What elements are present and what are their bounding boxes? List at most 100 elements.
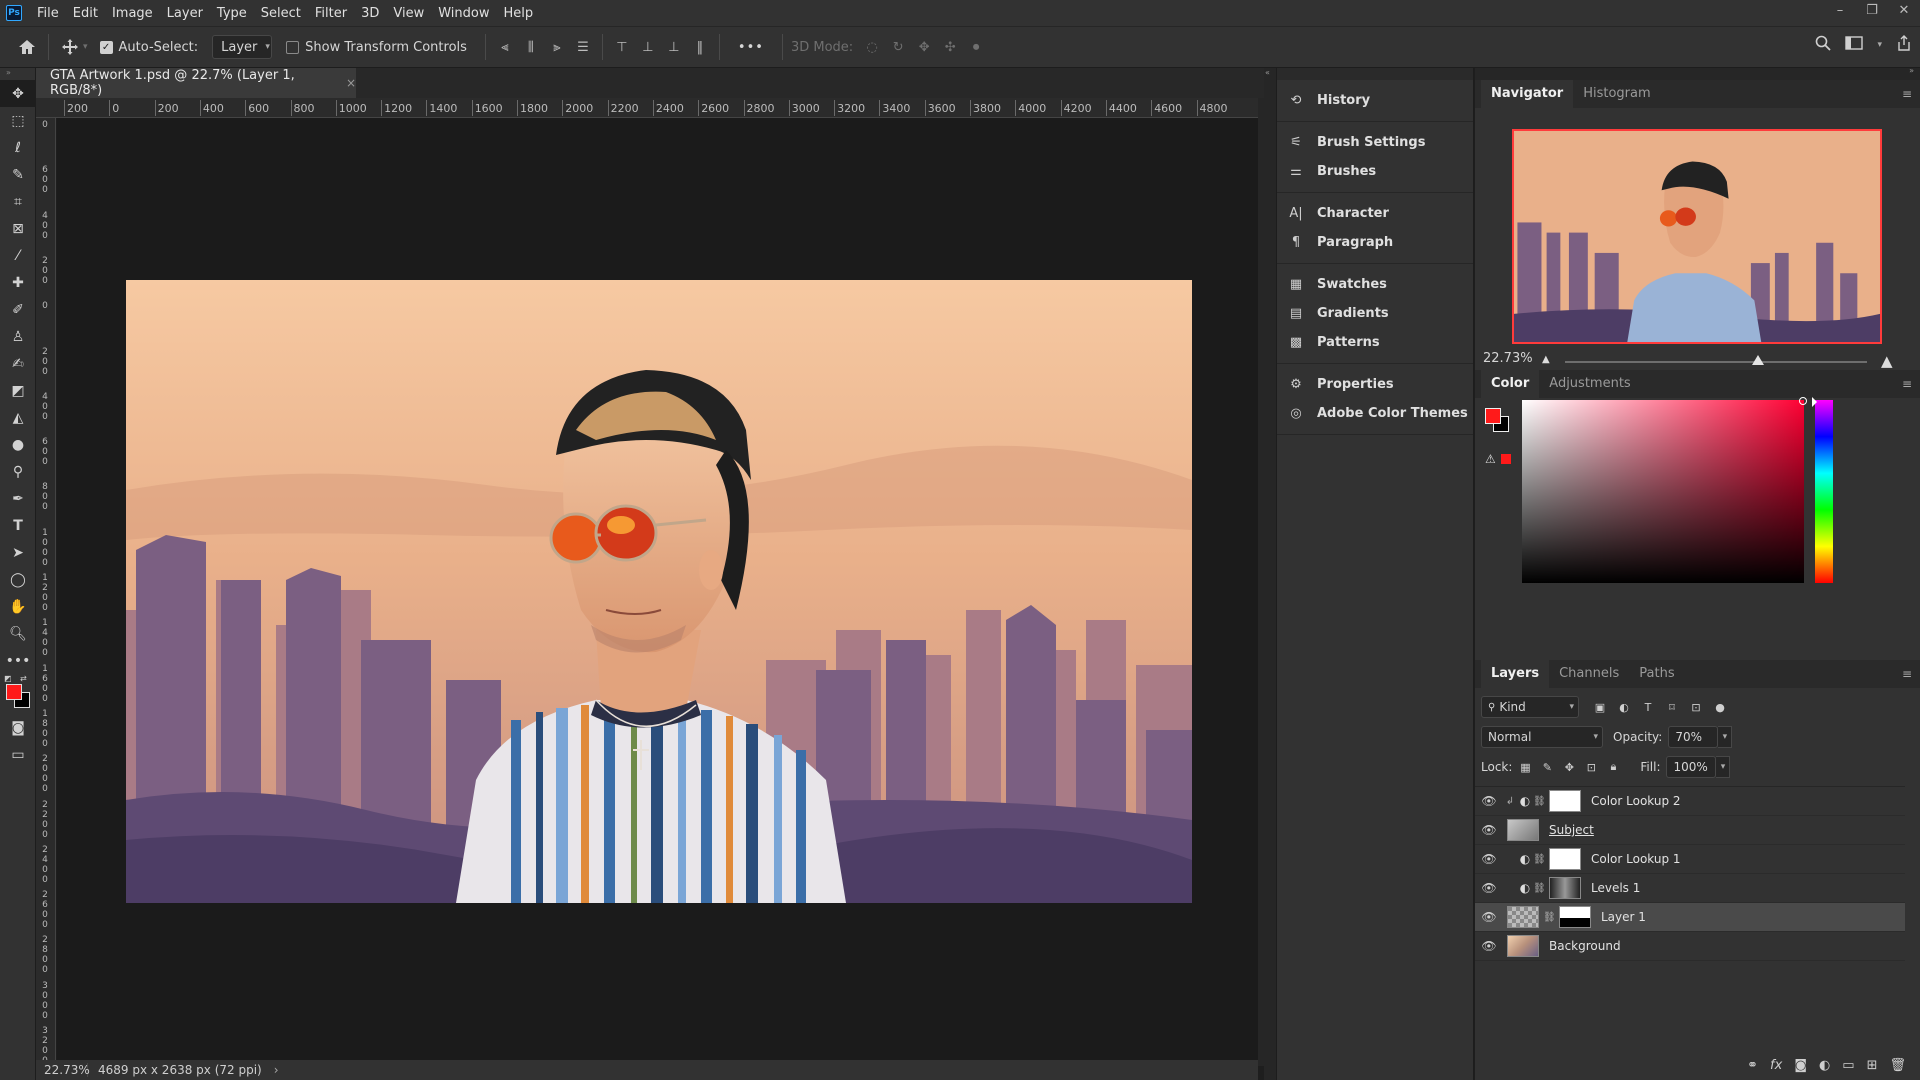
menu-help[interactable]: Help bbox=[497, 6, 541, 21]
lock-position-icon[interactable]: ✥ bbox=[1560, 758, 1578, 776]
panel-menu-icon[interactable]: ≡ bbox=[1902, 667, 1912, 681]
tab-layers[interactable]: Layers bbox=[1481, 660, 1550, 688]
close-icon[interactable]: × bbox=[346, 76, 356, 90]
panel-item-patterns[interactable]: ▩ Patterns bbox=[1277, 328, 1473, 357]
align-bottom-icon[interactable]: ⊥ bbox=[663, 36, 685, 58]
status-zoom[interactable]: 22.73% bbox=[36, 1063, 90, 1077]
layer-row-color-lookup-2[interactable]: 👁︎ ↲ ◐ ⛓ Color Lookup 2 bbox=[1475, 787, 1905, 816]
add-mask-icon[interactable]: ◙ bbox=[1794, 1058, 1807, 1073]
move-tool-icon[interactable]: ✥ bbox=[0, 80, 36, 107]
pan-3d-icon[interactable]: ✥ bbox=[913, 36, 935, 58]
mask-link-icon[interactable]: ⛓ bbox=[1533, 854, 1546, 865]
filter-toggle-icon[interactable]: ● bbox=[1711, 698, 1729, 716]
swap-colors-icon[interactable]: ⇄ bbox=[20, 674, 27, 683]
layer-name[interactable]: Levels 1 bbox=[1591, 881, 1640, 895]
zoom-tool-icon[interactable]: 🔍︎ bbox=[0, 620, 36, 647]
panel-item-brush-settings[interactable]: ⚟ Brush Settings bbox=[1277, 128, 1473, 157]
visibility-eye-icon[interactable]: 👁︎ bbox=[1475, 910, 1503, 924]
layer-name[interactable]: Background bbox=[1549, 939, 1621, 953]
smart-object-thumbnail[interactable] bbox=[1507, 935, 1539, 957]
pixel-layer-filter-icon[interactable]: ▣ bbox=[1591, 698, 1609, 716]
visibility-eye-icon[interactable]: 👁︎ bbox=[1475, 823, 1503, 837]
menu-type[interactable]: Type bbox=[210, 6, 254, 21]
fill-field[interactable]: 100% bbox=[1666, 756, 1717, 778]
chevron-down-icon[interactable]: ▾ bbox=[1718, 726, 1733, 748]
tab-color[interactable]: Color bbox=[1481, 370, 1540, 398]
navigator-zoom-slider[interactable] bbox=[1565, 355, 1867, 365]
lock-artboard-icon[interactable]: ⊡ bbox=[1582, 758, 1600, 776]
minimize-button[interactable]: – bbox=[1824, 0, 1856, 26]
layer-kind-filter[interactable]: ⚲ Kind ▾ bbox=[1481, 696, 1579, 718]
layer-name[interactable]: Subject bbox=[1549, 823, 1594, 837]
align-top-icon[interactable]: ⊤ bbox=[611, 36, 633, 58]
visibility-eye-icon[interactable]: 👁︎ bbox=[1475, 881, 1503, 895]
layer-thumbnail[interactable] bbox=[1507, 906, 1539, 928]
type-tool-icon[interactable]: T bbox=[0, 512, 36, 539]
panel-item-history[interactable]: ⟲ History bbox=[1277, 86, 1473, 115]
roll-3d-icon[interactable]: ↻ bbox=[887, 36, 909, 58]
panel-item-swatches[interactable]: ▦ Swatches bbox=[1277, 270, 1473, 299]
gamut-warning-icon[interactable]: ⚠ bbox=[1485, 452, 1496, 466]
new-layer-icon[interactable]: ⊞ bbox=[1867, 1058, 1878, 1073]
ellipse-tool-icon[interactable]: ◯ bbox=[0, 566, 36, 593]
panel-menu-icon[interactable]: ≡ bbox=[1902, 87, 1912, 101]
smart-object-thumbnail[interactable] bbox=[1507, 819, 1539, 841]
slide-3d-icon[interactable]: ✣ bbox=[939, 36, 961, 58]
layer-mask-thumbnail[interactable] bbox=[1549, 790, 1581, 812]
align-middle-vertical-icon[interactable]: ⊥ bbox=[637, 36, 659, 58]
layer-row-background[interactable]: 👁︎ Background bbox=[1475, 932, 1905, 961]
tool-preset-caret-icon[interactable]: ▾ bbox=[83, 42, 88, 52]
status-arrow-icon[interactable]: › bbox=[274, 1063, 279, 1077]
search-icon[interactable] bbox=[1815, 35, 1832, 55]
hue-slider-marker[interactable] bbox=[1812, 397, 1817, 407]
visibility-eye-icon[interactable]: 👁︎ bbox=[1475, 939, 1503, 953]
lock-all-icon[interactable]: 🔒︎ bbox=[1604, 758, 1622, 776]
auto-select-checkbox[interactable]: ✓ bbox=[99, 40, 113, 54]
panel-item-character[interactable]: A| Character bbox=[1277, 199, 1473, 228]
collapse-toolbar-icon[interactable]: » bbox=[0, 68, 35, 80]
document-tab[interactable]: GTA Artwork 1.psd @ 22.7% (Layer 1, RGB/… bbox=[36, 68, 356, 98]
lock-image-pixels-icon[interactable]: ✎ bbox=[1538, 758, 1556, 776]
link-layers-icon[interactable]: ⚭ bbox=[1747, 1058, 1758, 1073]
mask-link-icon[interactable]: ⛓ bbox=[1533, 883, 1546, 894]
collapse-dock-icon[interactable]: » bbox=[1909, 66, 1914, 75]
home-icon[interactable] bbox=[14, 34, 40, 60]
close-window-button[interactable]: ✕ bbox=[1888, 0, 1920, 26]
type-layer-filter-icon[interactable]: T bbox=[1639, 698, 1657, 716]
color-field-marker[interactable] bbox=[1799, 397, 1807, 405]
zoom-out-icon[interactable]: ▲ bbox=[1542, 354, 1550, 365]
chevron-down-icon[interactable]: ▾ bbox=[1877, 40, 1882, 50]
marquee-tool-icon[interactable]: ⬚ bbox=[0, 107, 36, 134]
dodge-tool-icon[interactable]: ⚲ bbox=[0, 458, 36, 485]
tab-paths[interactable]: Paths bbox=[1629, 660, 1684, 688]
new-adjustment-layer-icon[interactable]: ◐ bbox=[1819, 1058, 1830, 1073]
screen-mode-icon[interactable]: ▭ bbox=[0, 741, 36, 768]
shape-layer-filter-icon[interactable]: ⌑ bbox=[1663, 698, 1681, 716]
lock-transparent-pixels-icon[interactable]: ▦ bbox=[1516, 758, 1534, 776]
menu-view[interactable]: View bbox=[386, 6, 431, 21]
canvas-area[interactable] bbox=[57, 118, 1258, 1064]
eyedropper-tool-icon[interactable]: ⁄ bbox=[0, 242, 36, 269]
pen-tool-icon[interactable]: ✒ bbox=[0, 485, 36, 512]
blur-tool-icon[interactable]: ● bbox=[0, 431, 36, 458]
auto-select-target-dropdown[interactable]: Layer ▾ bbox=[212, 35, 273, 59]
path-selection-tool-icon[interactable]: ➤ bbox=[0, 539, 36, 566]
expand-panels-icon[interactable]: « bbox=[1265, 68, 1270, 77]
orbit-3d-icon[interactable]: ◌ bbox=[861, 36, 883, 58]
foreground-color-swatch[interactable] bbox=[1485, 408, 1501, 424]
align-center-horizontal-icon[interactable]: ⫼ bbox=[520, 36, 542, 58]
default-colors-icon[interactable]: ◩ bbox=[4, 674, 12, 683]
more-options-button[interactable]: ••• bbox=[738, 40, 764, 55]
blend-mode-dropdown[interactable]: Normal ▾ bbox=[1481, 726, 1603, 748]
panel-menu-icon[interactable]: ≡ bbox=[1902, 377, 1912, 391]
mask-link-icon[interactable]: ⛓ bbox=[1543, 912, 1556, 923]
layer-row-layer-1[interactable]: 👁︎ ⛓ Layer 1 bbox=[1475, 903, 1905, 932]
move-tool-icon[interactable] bbox=[57, 34, 83, 60]
layer-name[interactable]: Layer 1 bbox=[1601, 910, 1646, 924]
panel-item-adobe-color-themes[interactable]: ◎ Adobe Color Themes bbox=[1277, 399, 1473, 428]
smart-object-filter-icon[interactable]: ⊡ bbox=[1687, 698, 1705, 716]
zoom-in-icon[interactable]: ▲ bbox=[1881, 352, 1893, 370]
hand-tool-icon[interactable]: ✋ bbox=[0, 593, 36, 620]
edit-toolbar-icon[interactable]: ••• bbox=[0, 647, 36, 674]
distribute-horizontal-icon[interactable]: ‖ bbox=[689, 36, 711, 58]
